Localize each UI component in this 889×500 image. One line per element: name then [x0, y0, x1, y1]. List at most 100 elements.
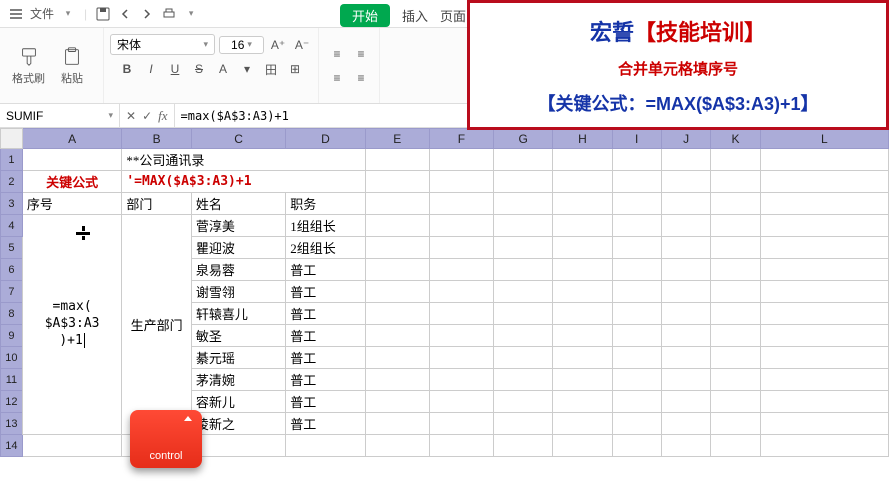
cell[interactable] [365, 193, 429, 215]
cell-key-formula[interactable]: '=MAX($A$3:A3)+1 [122, 171, 365, 193]
cell[interactable] [612, 347, 661, 369]
cell[interactable] [494, 347, 553, 369]
cell[interactable] [760, 149, 888, 171]
cell[interactable] [494, 435, 553, 457]
cell[interactable] [612, 281, 661, 303]
fx-icon[interactable]: fx [158, 108, 167, 124]
file-menu[interactable]: 文件 [30, 5, 54, 22]
cell[interactable] [191, 435, 285, 457]
row-header[interactable]: 1 [1, 149, 23, 171]
menu-icon[interactable] [8, 6, 24, 22]
cell[interactable] [429, 171, 493, 193]
cell[interactable] [661, 149, 710, 171]
cell[interactable]: 普工 [286, 259, 365, 281]
cell[interactable] [760, 281, 888, 303]
cell[interactable] [429, 193, 493, 215]
cell[interactable] [494, 281, 553, 303]
cell[interactable] [661, 369, 710, 391]
cell[interactable] [661, 281, 710, 303]
cell[interactable] [553, 325, 612, 347]
file-chevron-icon[interactable]: ▾ [60, 6, 76, 22]
cell[interactable]: 普工 [286, 303, 365, 325]
underline-button[interactable]: U [165, 59, 185, 79]
cell[interactable] [429, 391, 493, 413]
tab-page[interactable]: 页面 [440, 6, 466, 25]
cell[interactable] [612, 149, 661, 171]
row-header[interactable]: 6 [1, 259, 23, 281]
cell[interactable] [553, 259, 612, 281]
cell[interactable] [429, 303, 493, 325]
increase-font-icon[interactable]: A⁺ [268, 35, 288, 55]
cell[interactable] [494, 171, 553, 193]
cell[interactable] [365, 215, 429, 237]
cell[interactable] [553, 435, 612, 457]
cell[interactable]: 普工 [286, 413, 365, 435]
cell[interactable] [365, 149, 429, 171]
cell[interactable] [429, 369, 493, 391]
cell[interactable] [365, 347, 429, 369]
cell[interactable]: 1组组长 [286, 215, 365, 237]
cell[interactable] [760, 347, 888, 369]
merge-button[interactable]: ⊞ [285, 59, 305, 79]
cell[interactable] [711, 237, 760, 259]
cell-title[interactable]: **公司通讯录 [122, 149, 365, 171]
cell[interactable] [612, 259, 661, 281]
cell[interactable]: 普工 [286, 391, 365, 413]
row-header[interactable]: 7 [1, 281, 23, 303]
row-header[interactable]: 5 [1, 237, 23, 259]
font-name-select[interactable]: 宋体 ▾ [110, 34, 215, 55]
cell[interactable] [365, 369, 429, 391]
cell[interactable] [612, 303, 661, 325]
decrease-font-icon[interactable]: A⁻ [292, 35, 312, 55]
cell[interactable] [711, 413, 760, 435]
cell[interactable]: 泉易蓉 [191, 259, 285, 281]
column-header[interactable]: C [191, 129, 285, 149]
cell[interactable] [553, 391, 612, 413]
align-left-icon[interactable]: ≡ [327, 68, 347, 88]
column-header[interactable]: H [553, 129, 612, 149]
cell[interactable] [612, 325, 661, 347]
cell[interactable] [661, 215, 710, 237]
cell[interactable] [612, 193, 661, 215]
cell[interactable]: 谢雪翎 [191, 281, 285, 303]
cell[interactable] [612, 391, 661, 413]
column-header[interactable]: E [365, 129, 429, 149]
cell[interactable] [429, 215, 493, 237]
row-header[interactable]: 14 [1, 435, 23, 457]
cell[interactable] [612, 215, 661, 237]
cell[interactable] [711, 193, 760, 215]
cell[interactable] [494, 193, 553, 215]
cell[interactable] [429, 237, 493, 259]
cell[interactable]: 2组组长 [286, 237, 365, 259]
tab-start[interactable]: 开始 [340, 4, 390, 27]
cell[interactable] [711, 215, 760, 237]
cell[interactable] [661, 391, 710, 413]
font-size-select[interactable]: 16 ▾ [219, 36, 264, 54]
border-button[interactable]: 田 [261, 59, 281, 79]
cell[interactable] [494, 149, 553, 171]
fill-color-button[interactable]: ▾ [237, 59, 257, 79]
cell[interactable] [760, 303, 888, 325]
cell[interactable] [553, 193, 612, 215]
column-header[interactable]: B [122, 129, 192, 149]
cell[interactable] [760, 193, 888, 215]
print-icon[interactable] [161, 6, 177, 22]
cell[interactable] [365, 303, 429, 325]
cell[interactable] [760, 435, 888, 457]
cell[interactable] [661, 303, 710, 325]
cell[interactable] [553, 303, 612, 325]
cell[interactable]: 凌新之 [191, 413, 285, 435]
cell[interactable] [429, 259, 493, 281]
cell[interactable] [22, 435, 121, 457]
cell[interactable] [760, 391, 888, 413]
cell[interactable] [612, 413, 661, 435]
cell[interactable] [494, 215, 553, 237]
cell[interactable] [553, 281, 612, 303]
cell[interactable] [429, 281, 493, 303]
cell[interactable]: 普工 [286, 281, 365, 303]
accept-formula-icon[interactable]: ✓ [142, 109, 152, 123]
cell[interactable] [760, 215, 888, 237]
cell[interactable] [711, 391, 760, 413]
cell[interactable] [553, 149, 612, 171]
strike-button[interactable]: S [189, 59, 209, 79]
